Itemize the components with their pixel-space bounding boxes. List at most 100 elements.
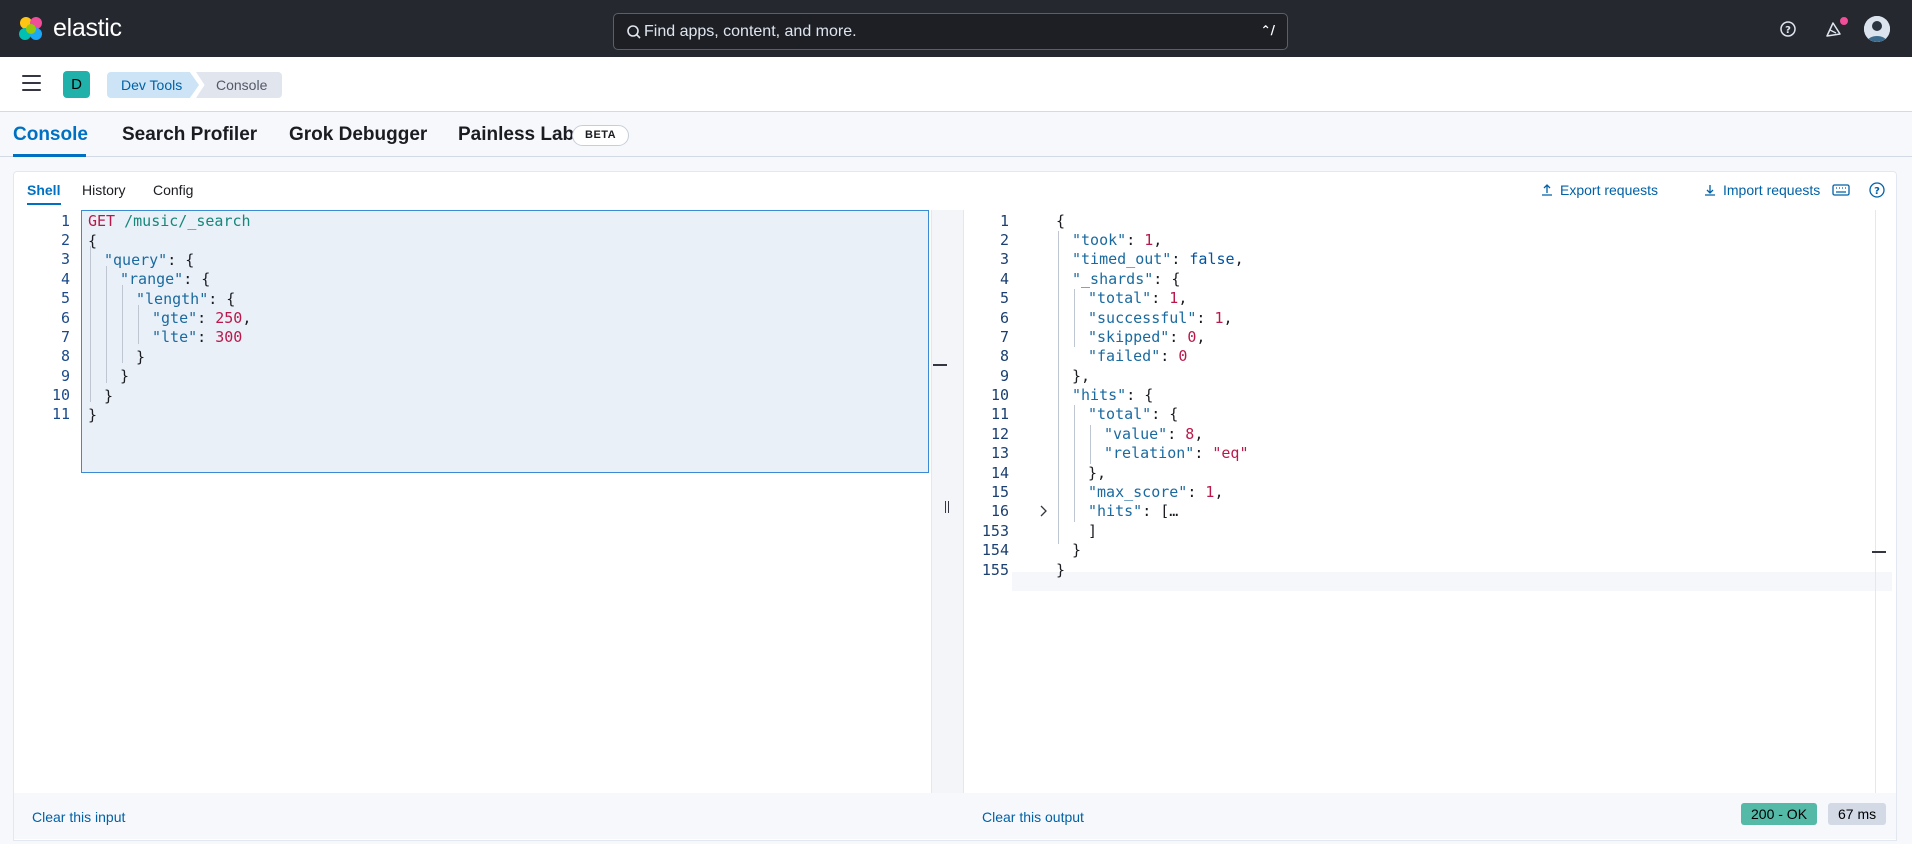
line-number: 15 <box>990 483 1009 501</box>
keyboard-shortcuts-icon[interactable] <box>1831 180 1851 200</box>
scroll-marker <box>1872 551 1886 553</box>
code-line-7: "lte": 300 <box>152 328 243 346</box>
line-number: 153 <box>981 522 1009 540</box>
line-number: 8 <box>999 347 1009 365</box>
line-number: 13 <box>990 444 1009 462</box>
global-header: elastic ⌃/ ? <box>0 0 1912 57</box>
dev-tools-app: Console Search Profiler Grok Debugger Pa… <box>0 112 1912 844</box>
code-line-8: } <box>136 348 146 366</box>
menu-toggle-icon[interactable] <box>22 75 42 93</box>
tab-config[interactable]: Config <box>153 182 193 198</box>
folded-hits[interactable]: [… <box>1160 502 1178 520</box>
active-subtab-indicator <box>27 203 61 205</box>
export-icon <box>1542 184 1552 196</box>
help-icon[interactable]: ? <box>1776 17 1800 41</box>
chevron-right-icon[interactable] <box>1038 505 1048 517</box>
request-gutter: 1 2 3 4 5 6 7 8 9 10 11 <box>14 210 76 793</box>
line-number: 6 <box>60 309 70 327</box>
line-number: 1 <box>999 212 1009 230</box>
line-number: 2 <box>60 231 70 249</box>
tab-shell[interactable]: Shell <box>27 182 60 198</box>
import-requests-label: Import requests <box>1723 182 1821 198</box>
scroll-marker <box>933 364 947 366</box>
space-avatar[interactable]: D <box>63 71 90 98</box>
breadcrumb-bar: D Dev Tools Console <box>0 57 1912 112</box>
took-value: 1 <box>1144 231 1154 249</box>
response-scrollbar[interactable] <box>1872 210 1886 793</box>
response-editor[interactable]: 1 2 3 4 5 6 7 8 9 10 11 12 13 14 15 16 1… <box>964 210 1896 793</box>
line-number: 154 <box>981 541 1009 559</box>
line-number: 10 <box>51 386 70 404</box>
import-icon <box>1705 185 1715 196</box>
notification-dot <box>1839 16 1849 26</box>
response-time-badge: 67 ms <box>1828 803 1887 825</box>
help-icon[interactable]: ? <box>1867 180 1887 200</box>
line-number: 9 <box>60 367 70 385</box>
code-line-6: "gte": 250, <box>152 309 252 327</box>
active-tab-indicator <box>13 154 86 157</box>
code-line-5: "length": { <box>136 290 236 308</box>
brand-name[interactable]: elastic <box>53 14 122 43</box>
line-number: 5 <box>60 289 70 307</box>
global-search[interactable]: ⌃/ <box>613 13 1288 50</box>
code-line-2: { <box>88 232 98 250</box>
code-line-3: "query": { <box>104 251 195 269</box>
tab-grok-debugger[interactable]: Grok Debugger <box>289 124 427 146</box>
console-footer: Clear this input Clear this output 200 -… <box>14 793 1896 839</box>
status-badge: 200 - OK <box>1741 803 1818 825</box>
tab-search-profiler[interactable]: Search Profiler <box>122 124 257 146</box>
line-number: 7 <box>999 328 1009 346</box>
line-number: 11 <box>990 405 1009 423</box>
line-number: 9 <box>999 367 1009 385</box>
code-line-9: } <box>120 367 130 385</box>
response-gutter: 1 2 3 4 5 6 7 8 9 10 11 12 13 14 15 16 1… <box>964 210 1019 793</box>
svg-text:?: ? <box>1874 186 1880 197</box>
editor-resize-handle[interactable] <box>931 210 964 793</box>
line-number: 6 <box>999 309 1009 327</box>
line-number: 3 <box>999 250 1009 268</box>
line-number: 4 <box>60 270 70 288</box>
request-path: /music/_search <box>124 212 251 230</box>
line-number: 5 <box>999 289 1009 307</box>
svg-text:?: ? <box>1785 25 1791 36</box>
beta-badge: BETA <box>572 125 630 146</box>
import-requests-button[interactable]: Import requests <box>1705 182 1821 198</box>
code-line-11: } <box>88 406 98 424</box>
breadcrumb-console: Console <box>196 72 282 98</box>
line-number: 16 <box>990 502 1009 520</box>
line-number: 12 <box>990 425 1009 443</box>
line-number: 7 <box>60 328 70 346</box>
search-input[interactable] <box>644 14 1204 49</box>
tab-painless-lab[interactable]: Painless Lab <box>458 124 574 146</box>
tab-history[interactable]: History <box>82 182 126 198</box>
line-number: 10 <box>990 386 1009 404</box>
user-avatar[interactable] <box>1864 16 1890 42</box>
line-number: 4 <box>999 270 1009 288</box>
line-number: 14 <box>990 464 1009 482</box>
code-line-4: "range": { <box>120 270 211 288</box>
search-shortcut-hint: ⌃/ <box>1260 23 1275 37</box>
export-requests-label: Export requests <box>1560 182 1659 198</box>
line-number: 3 <box>60 250 70 268</box>
line-number: 11 <box>51 405 70 423</box>
search-icon <box>627 25 641 39</box>
console-panel: Shell History Config Export requests Imp… <box>13 171 1897 841</box>
line-number: 155 <box>981 561 1009 579</box>
user-avatar-icon <box>1864 16 1890 42</box>
export-requests-button[interactable]: Export requests <box>1542 182 1659 198</box>
drag-handle-icon <box>945 501 949 513</box>
http-method: GET <box>88 212 116 230</box>
elastic-logo-icon[interactable] <box>17 15 45 43</box>
line-number: 8 <box>60 347 70 365</box>
folded-line-highlight <box>1012 572 1892 591</box>
request-editor[interactable]: 1 2 3 4 5 6 7 8 9 10 11 GET /music/_sear… <box>14 210 995 793</box>
selected-request-block[interactable]: GET /music/_search { "query": { "range":… <box>81 210 995 473</box>
clear-output-button[interactable]: Clear this output <box>982 809 1084 825</box>
timed-out-value: false <box>1189 250 1235 268</box>
code-line-1: GET /music/_search <box>88 212 251 230</box>
clear-input-button[interactable]: Clear this input <box>32 809 125 825</box>
line-number: 2 <box>999 231 1009 249</box>
line-number: 1 <box>60 212 70 230</box>
breadcrumb-dev-tools[interactable]: Dev Tools <box>107 72 199 98</box>
tab-console[interactable]: Console <box>13 124 88 146</box>
